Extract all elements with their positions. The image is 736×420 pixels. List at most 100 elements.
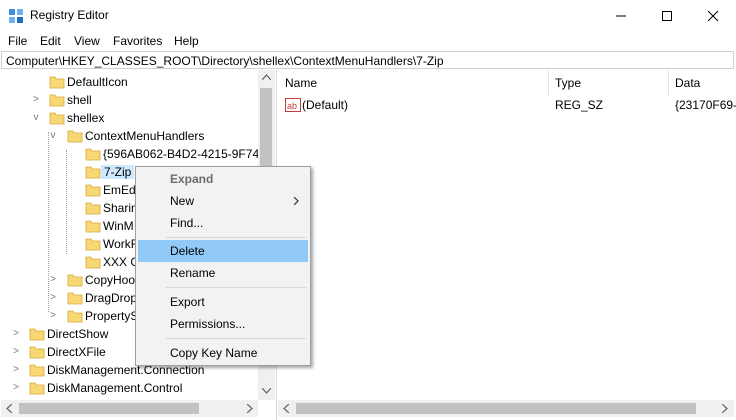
expand-arrow-icon[interactable]: > — [11, 345, 21, 359]
folder-icon — [67, 292, 83, 305]
folder-icon — [85, 238, 101, 251]
registry-editor-icon — [9, 9, 23, 23]
scroll-right-arrow-icon[interactable] — [247, 404, 253, 413]
minimize-button[interactable] — [598, 0, 644, 31]
tree-item-label: {596AB062-B4D2-4215-9F74- — [103, 147, 264, 161]
menu-separator — [166, 237, 306, 238]
tree-item-label: 7-Zip — [101, 165, 135, 179]
value-data: {23170F69- — [675, 98, 736, 112]
maximize-icon — [662, 10, 672, 21]
expand-arrow-icon[interactable]: > — [31, 93, 41, 107]
folder-icon — [85, 166, 101, 179]
maximize-button[interactable] — [644, 0, 690, 31]
expand-arrow-icon[interactable]: > — [11, 363, 21, 377]
expand-arrow-icon[interactable]: > — [11, 381, 21, 395]
tree-item-label: DirectShow — [47, 327, 109, 341]
menu-item-label: Find... — [170, 216, 204, 230]
folder-icon — [49, 94, 65, 107]
scroll-up-arrow-icon[interactable] — [262, 74, 271, 80]
submenu-arrow-icon — [294, 197, 299, 205]
scroll-left-arrow-icon[interactable] — [6, 404, 12, 413]
menu-help[interactable]: Help — [174, 34, 199, 48]
menu-item-expand[interactable]: Expand — [138, 168, 308, 190]
string-value-icon: ab — [285, 98, 301, 112]
collapse-arrow-icon[interactable]: v — [31, 111, 41, 125]
menu-item-label: Export — [170, 295, 205, 309]
menu-item-find[interactable]: Find... — [138, 212, 308, 234]
window-title: Registry Editor — [30, 8, 109, 22]
menu-edit[interactable]: Edit — [40, 34, 61, 48]
expand-arrow-icon[interactable]: > — [48, 273, 58, 287]
column-header-data[interactable]: Data — [668, 70, 736, 96]
menu-item-label: Copy Key Name — [170, 346, 258, 360]
open-folder-icon — [49, 112, 65, 125]
tree-item-label: DiskManagement.Control — [47, 381, 183, 395]
folder-icon — [67, 274, 83, 287]
value-row[interactable]: ab (Default) REG_SZ {23170F69- — [278, 96, 736, 114]
menu-item-permissions[interactable]: Permissions... — [138, 313, 308, 335]
scroll-left-arrow-icon[interactable] — [283, 404, 289, 413]
context-menu: Expand New Find... Delete Rename Export … — [135, 166, 311, 366]
menu-item-label: New — [170, 194, 195, 208]
tree-item-label: DefaultIcon — [67, 75, 128, 89]
expand-arrow-icon[interactable]: > — [48, 309, 58, 323]
menu-item-label: Rename — [170, 266, 216, 280]
menu-item-export[interactable]: Export — [138, 291, 308, 313]
folder-icon — [67, 310, 83, 323]
tree-item-label: Sharin — [103, 201, 138, 215]
menu-file[interactable]: File — [8, 34, 27, 48]
close-button[interactable] — [690, 0, 736, 31]
values-pane[interactable]: Name Type Data ab (Default) REG_SZ {2317… — [278, 70, 736, 420]
menu-item-rename[interactable]: Rename — [138, 262, 308, 284]
menu-item-label: Delete — [170, 244, 205, 258]
values-horizontal-scrollbar[interactable] — [278, 400, 734, 417]
value-type: REG_SZ — [555, 98, 604, 112]
collapse-arrow-icon[interactable]: v — [48, 129, 58, 143]
folder-icon — [29, 328, 45, 341]
tree-horizontal-scrollbar[interactable] — [1, 400, 258, 417]
open-folder-icon — [67, 130, 83, 143]
folder-icon — [29, 346, 45, 359]
tree-item-label: shellex — [67, 111, 105, 125]
address-bar[interactable]: Computer\HKEY_CLASSES_ROOT\Directory\she… — [1, 51, 734, 69]
tree-item-label: DirectXFile — [47, 345, 106, 359]
scroll-right-arrow-icon[interactable] — [722, 404, 728, 413]
tree-item-596ab062[interactable]: {596AB062-B4D2-4215-9F74- — [1, 145, 271, 163]
column-header-label: Type — [555, 76, 582, 90]
tree-item-diskmanagement-control[interactable]: > DiskManagement.Control — [1, 379, 271, 397]
tree-item-label: shell — [67, 93, 92, 107]
menu-item-label: Permissions... — [170, 317, 246, 331]
menu-separator — [166, 338, 306, 339]
tree-item-shell[interactable]: > shell — [1, 91, 271, 109]
value-name: (Default) — [302, 98, 349, 112]
expand-arrow-icon[interactable]: > — [11, 327, 21, 341]
column-header-name[interactable]: Name — [278, 70, 549, 96]
tree-item-label: WorkF — [103, 237, 139, 251]
scrollbar-thumb[interactable] — [19, 403, 199, 414]
menu-item-copy-key-name[interactable]: Copy Key Name — [138, 342, 308, 364]
tree-item-shellex[interactable]: v shellex — [1, 109, 271, 127]
tree-item-label: CopyHoo — [85, 273, 136, 287]
menu-bar: File Edit View Favorites Help — [0, 31, 736, 51]
menu-item-new[interactable]: New — [138, 190, 308, 212]
tree-item-defaulticon[interactable]: DefaultIcon — [1, 73, 271, 91]
menu-separator — [166, 287, 306, 288]
scroll-down-arrow-icon[interactable] — [262, 388, 271, 394]
folder-icon — [85, 184, 101, 197]
menu-view[interactable]: View — [74, 34, 100, 48]
scrollbar-thumb[interactable] — [296, 403, 696, 414]
tree-item-label: WinM — [103, 219, 134, 233]
menu-favorites[interactable]: Favorites — [113, 34, 162, 48]
folder-icon — [29, 382, 45, 395]
expand-arrow-icon[interactable]: > — [48, 291, 58, 305]
menu-item-label: Expand — [170, 172, 214, 186]
tree-item-label: ContextMenuHandlers — [85, 129, 205, 143]
address-path: Computer\HKEY_CLASSES_ROOT\Directory\she… — [6, 54, 444, 68]
minimize-icon — [616, 15, 626, 16]
tree-item-label: EmEd — [103, 183, 136, 197]
folder-icon — [49, 76, 65, 89]
menu-item-delete[interactable]: Delete — [138, 240, 308, 262]
tree-item-contextmenuhandlers[interactable]: v ContextMenuHandlers — [1, 127, 271, 145]
column-header-type[interactable]: Type — [548, 70, 669, 96]
folder-icon — [85, 148, 101, 161]
